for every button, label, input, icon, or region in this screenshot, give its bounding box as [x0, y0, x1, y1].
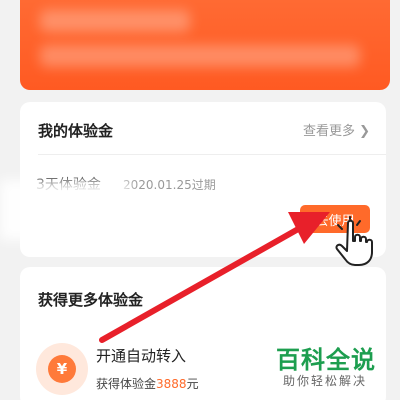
blurred-content [40, 10, 190, 32]
watermark-slogan: 助你轻松解决 [283, 374, 368, 388]
header-banner [20, 0, 390, 90]
auto-transfer-subtitle: 获得体验金3888元 [96, 375, 199, 392]
blurred-content [40, 45, 360, 67]
auto-transfer-title[interactable]: 开通自动转入 [96, 345, 186, 366]
reward-amount: 3888 [156, 377, 187, 391]
divider [38, 154, 386, 155]
coupon-expiry: 2020.01.25过期 [123, 178, 216, 192]
card-title: 我的体验金 [38, 122, 114, 140]
reward-unit: 元 [186, 377, 199, 391]
reward-prefix: 获得体验金 [96, 377, 157, 391]
blurred-region [0, 180, 130, 240]
watermark-logo-text: 百科全说 [276, 346, 376, 374]
yen-icon: ¥ [36, 343, 88, 395]
see-more-link[interactable]: 查看更多 ❯ [303, 120, 370, 139]
yen-symbol: ¥ [48, 355, 76, 383]
card-title: 获得更多体验金 [38, 291, 144, 309]
pointing-hand-icon [335, 216, 373, 266]
